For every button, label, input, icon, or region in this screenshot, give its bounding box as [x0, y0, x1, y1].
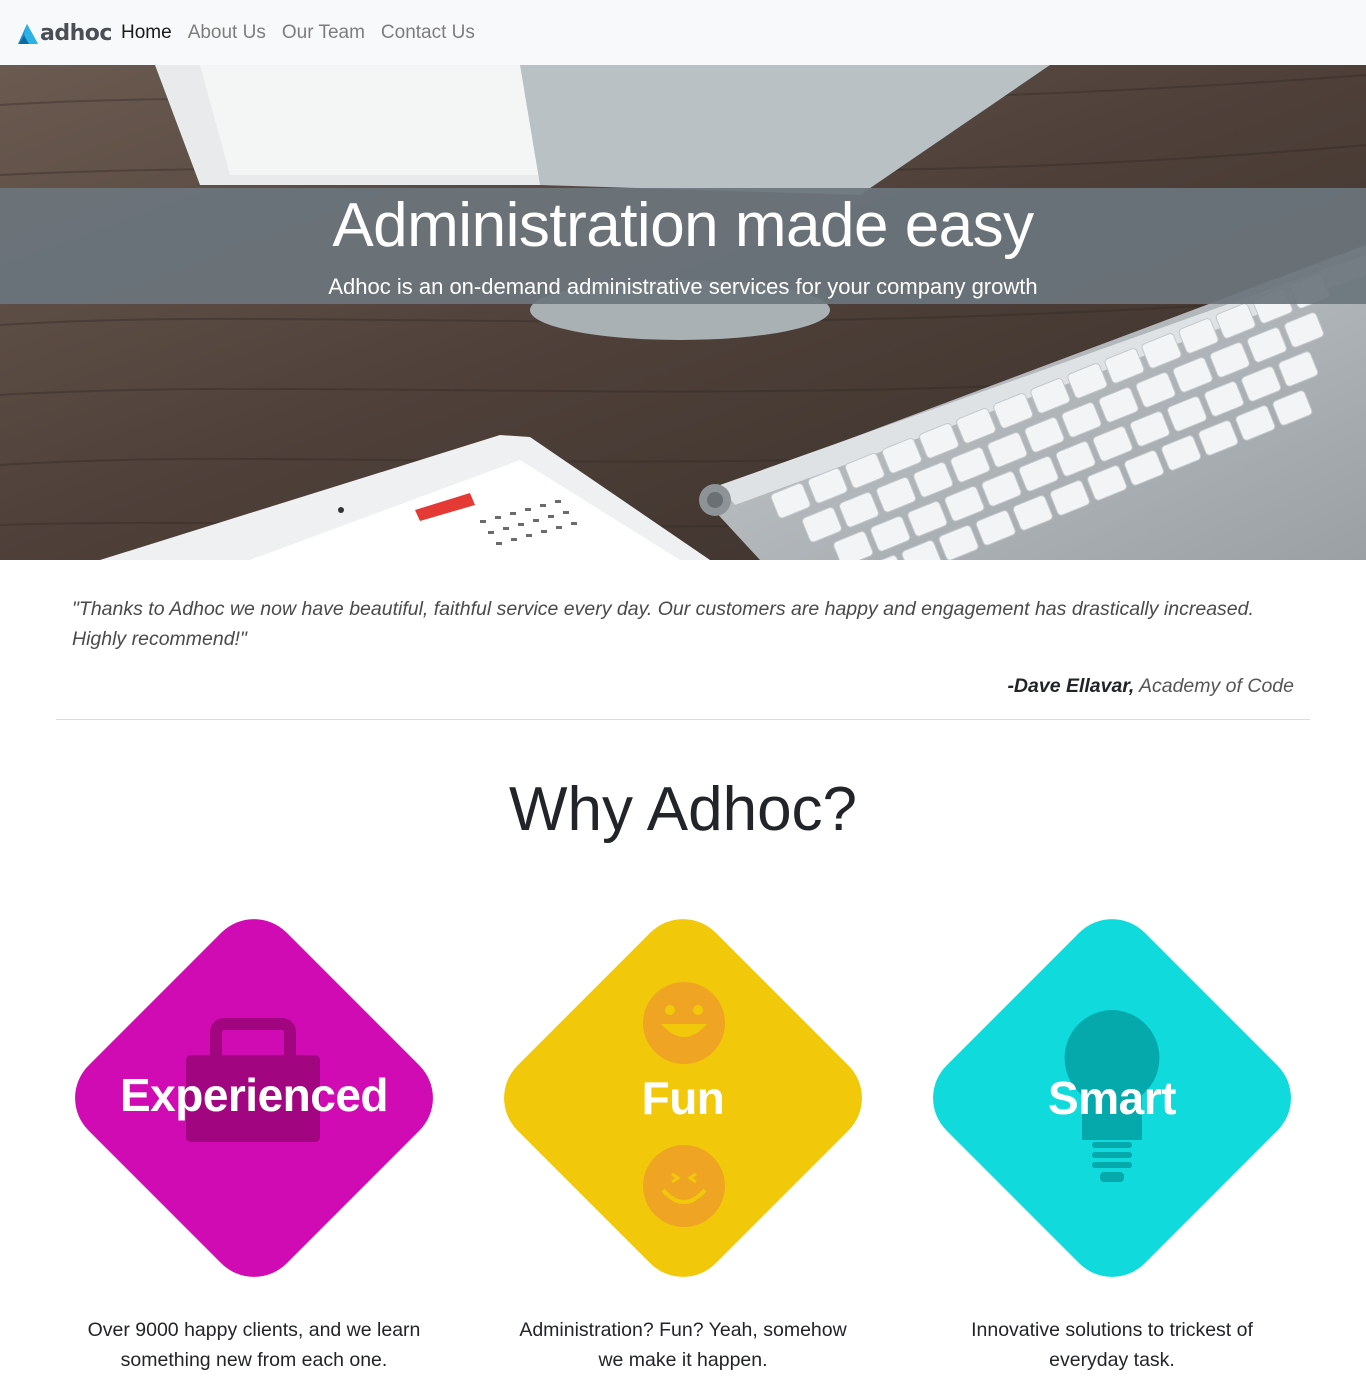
hero-background-image — [0, 65, 1366, 560]
feature-title: Smart — [1048, 1072, 1176, 1124]
hero-section: Administration made easy Adhoc is an on-… — [0, 65, 1366, 560]
feature-description: Over 9000 happy clients, and we learn so… — [87, 1319, 421, 1371]
feature-description: Innovative solutions to trickest of ever… — [971, 1319, 1253, 1371]
feature-title: Experienced — [119, 1069, 389, 1121]
main-nav: Home About Us Our Team Contact Us — [113, 18, 483, 48]
testimonial-citation: -Dave Ellavar, Academy of Code — [1007, 672, 1294, 700]
feature-experienced: Experienced Over 9000 happy clients, and… — [56, 900, 452, 1371]
hero-subtitle: Adhoc is an on-demand administrative ser… — [328, 274, 1038, 299]
brand-logo-link[interactable]: adhoc — [17, 20, 112, 48]
triangle-logo-icon — [18, 24, 38, 44]
brand-name: adhoc — [40, 21, 112, 46]
feature-smart: Smart Innovative solutions to trickest o… — [914, 900, 1310, 1371]
why-heading: Why Adhoc? — [508, 775, 858, 844]
section-divider — [56, 719, 1310, 720]
nav-link-about-us[interactable]: About Us — [180, 18, 274, 48]
navbar: adhoc Home About Us Our Team Contact Us — [0, 0, 1366, 65]
nav-link-home[interactable]: Home — [113, 18, 180, 48]
testimonial-quote: "Thanks to Adhoc we now have beautiful, … — [72, 598, 1254, 650]
feature-fun: Fun Administration? Fun? Yeah, somehow w… — [485, 900, 881, 1371]
hero-title: Administration made easy — [332, 191, 1034, 260]
testimonial-author: -Dave Ellavar, — [1007, 675, 1135, 697]
nav-link-our-team[interactable]: Our Team — [274, 18, 373, 48]
feature-title: Fun — [641, 1072, 725, 1124]
testimonial-organization: Academy of Code — [1138, 675, 1294, 697]
feature-description: Administration? Fun? Yeah, somehow we ma… — [519, 1319, 847, 1371]
nav-link-contact-us[interactable]: Contact Us — [373, 18, 483, 48]
